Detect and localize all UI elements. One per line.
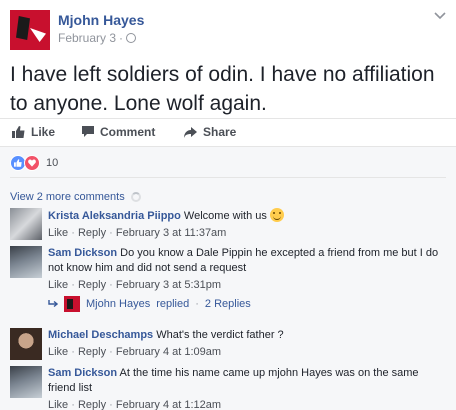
replier-avatar — [64, 296, 80, 312]
like-button[interactable]: Like — [12, 125, 55, 139]
comment-button[interactable]: Comment — [82, 125, 155, 139]
comment-meta: Like · Reply · February 4 at 1:09am — [48, 346, 222, 358]
author-name[interactable]: Mjohn Hayes — [58, 12, 144, 28]
replies-summary[interactable]: Mjohn Hayes replied · 2 Replies — [48, 296, 251, 312]
comment-meta: Like · Reply · February 3 at 5:31pm — [48, 279, 222, 291]
view-more-comments[interactable]: View 2 more comments — [10, 191, 141, 203]
loading-spinner-icon — [130, 192, 141, 202]
commenter-name[interactable]: Sam Dickson — [48, 367, 117, 379]
share-icon — [184, 126, 197, 138]
comment-text: What's the verdict father ? — [156, 329, 284, 341]
comment-reply-link[interactable]: Reply — [78, 399, 106, 410]
replies-count: 2 Replies — [204, 298, 251, 310]
comment-time[interactable]: February 3 at 5:31pm — [116, 279, 221, 291]
comment-like-link[interactable]: Like — [48, 227, 68, 239]
comment-like-link[interactable]: Like — [48, 279, 68, 291]
post-date[interactable]: February 3 — [58, 31, 116, 45]
comment-text: Welcome with us — [183, 210, 267, 222]
comment-time[interactable]: February 4 at 1:09am — [116, 346, 221, 358]
commenter-avatar[interactable] — [10, 328, 42, 360]
comment-time[interactable]: February 3 at 11:37am — [116, 227, 226, 239]
smile-emoji-icon — [269, 208, 284, 222]
replied-action: replied — [156, 298, 190, 310]
globe-icon — [126, 33, 137, 43]
replier-name: Mjohn Hayes — [86, 298, 151, 310]
meta-separator: · — [119, 31, 124, 45]
comment-time[interactable]: February 4 at 1:12am — [116, 399, 221, 410]
reaction-summary[interactable]: 10 — [10, 155, 58, 171]
view-more-label: View 2 more comments — [10, 191, 125, 203]
commenter-avatar[interactable] — [10, 208, 42, 240]
love-reaction-icon — [24, 155, 40, 171]
divider — [10, 177, 446, 178]
commenter-avatar[interactable] — [10, 246, 42, 278]
comment-meta: Like · Reply · February 4 at 1:12am — [48, 399, 222, 410]
chevron-down-icon[interactable] — [434, 12, 446, 20]
comment-label: Comment — [100, 125, 156, 139]
share-button[interactable]: Share — [184, 125, 236, 139]
share-label: Share — [203, 125, 237, 139]
commenter-name[interactable]: Sam Dickson — [48, 247, 117, 259]
comment-reply-link[interactable]: Reply — [78, 346, 106, 358]
comment-like-link[interactable]: Like — [48, 399, 68, 410]
facebook-post: Mjohn Hayes February 3 · I have left sol… — [0, 0, 456, 410]
comment-like-link[interactable]: Like — [48, 346, 68, 358]
commenter-avatar[interactable] — [10, 366, 42, 398]
comment-reply-link[interactable]: Reply — [78, 279, 106, 291]
commenter-name[interactable]: Krista Aleksandria Piippo — [48, 210, 181, 222]
comment-reply-link[interactable]: Reply — [78, 227, 106, 239]
action-bar: Like Comment Share — [0, 118, 456, 146]
reply-arrow-icon — [48, 300, 58, 308]
comment-meta: Like · Reply · February 3 at 11:37am — [48, 227, 227, 239]
like-label: Like — [31, 125, 56, 139]
post-text: I have left soldiers of odin. I have no … — [10, 63, 435, 115]
commenter-name[interactable]: Michael Deschamps — [48, 329, 153, 341]
reaction-count: 10 — [46, 157, 59, 169]
post-meta: February 3 · — [58, 31, 137, 45]
thumbs-up-icon — [12, 126, 25, 138]
comment-icon — [82, 126, 94, 137]
author-avatar[interactable] — [10, 10, 50, 50]
